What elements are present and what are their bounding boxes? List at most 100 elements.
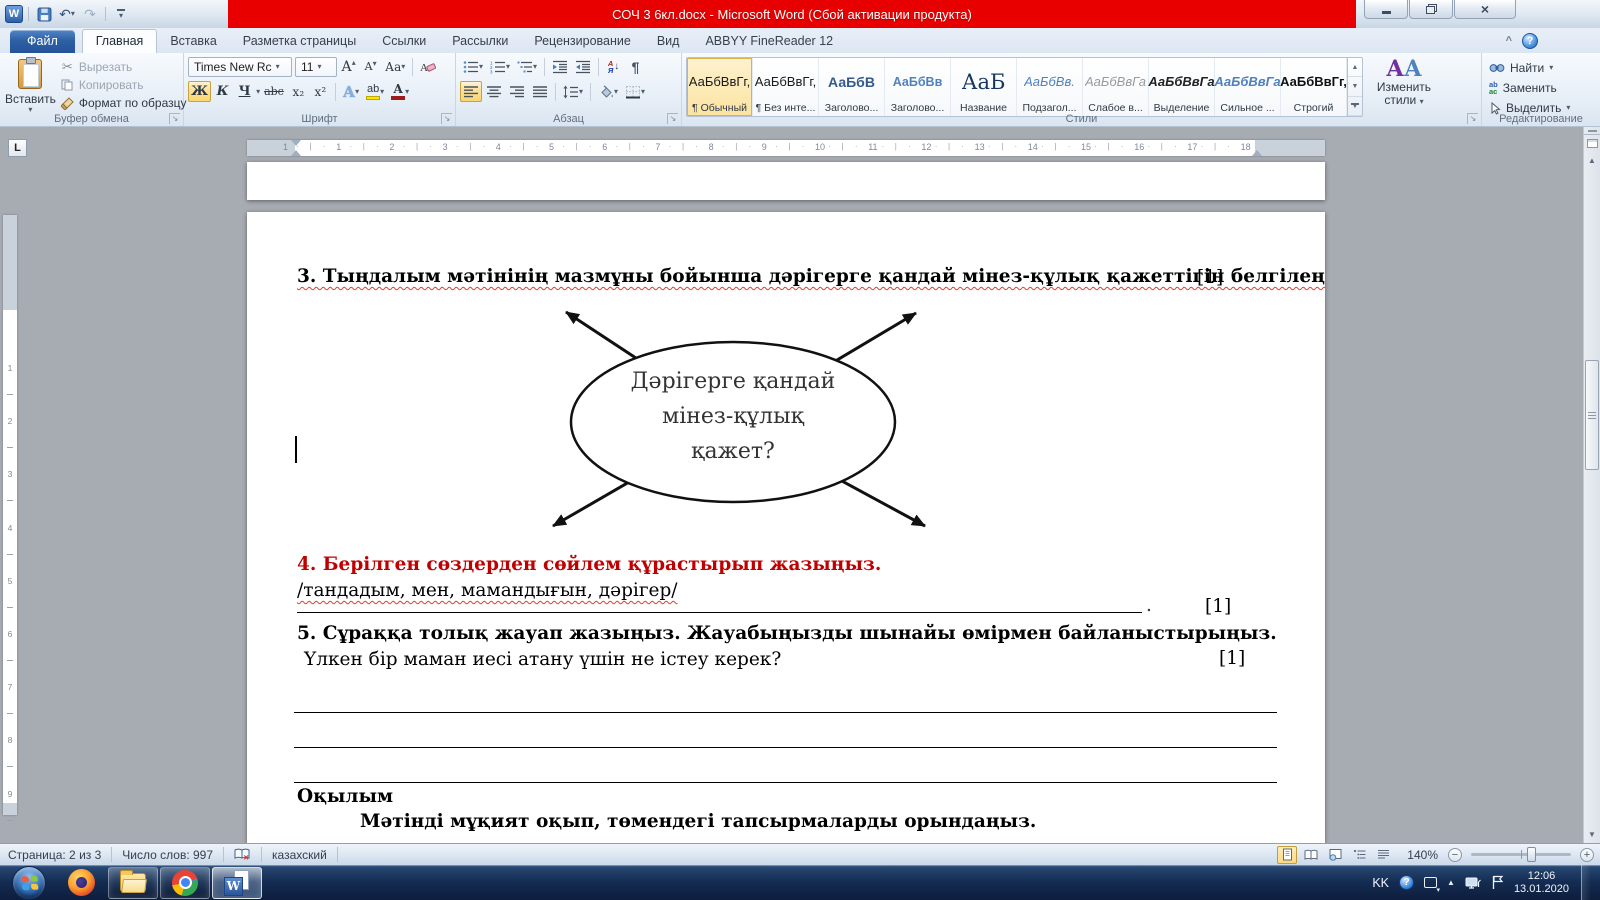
style-Подзагол...[interactable]: АаБбВв.Подзагол... bbox=[1017, 58, 1083, 116]
replace-button[interactable]: abас Заменить bbox=[1486, 79, 1596, 97]
ruler-toggle-button[interactable] bbox=[1584, 135, 1600, 152]
redo-button[interactable]: ↷ bbox=[80, 4, 100, 24]
show-desktop-button[interactable] bbox=[1581, 865, 1590, 900]
subscript-button[interactable]: х₂ bbox=[288, 81, 309, 102]
borders-button[interactable]: ▾ bbox=[622, 81, 648, 102]
tray-clock[interactable]: 12:06 13.01.2020 bbox=[1514, 870, 1569, 896]
answer-rule-2[interactable] bbox=[294, 747, 1277, 748]
page-1-bottom[interactable] bbox=[247, 162, 1325, 200]
font-size-combo[interactable]: 11▾ bbox=[295, 57, 337, 77]
bullets-button[interactable]: ▾ bbox=[460, 56, 486, 77]
align-center-button[interactable] bbox=[483, 81, 505, 102]
title-bar[interactable]: W ↶▾ ↷ ▾ СОЧ 3 6кл.docx - Microsoft Word… bbox=[0, 0, 1600, 28]
tray-help-icon[interactable]: ? bbox=[1399, 875, 1414, 890]
view-web-layout-button[interactable] bbox=[1325, 846, 1345, 864]
scroll-up-button[interactable]: ▲ bbox=[1584, 152, 1600, 169]
highlight-button[interactable]: ab ▾ bbox=[363, 81, 387, 102]
scrollbar-thumb[interactable] bbox=[1585, 360, 1599, 470]
taskbar-explorer-button[interactable] bbox=[108, 867, 158, 899]
style-Сильное ...[interactable]: АаБбВвГаСильное ... bbox=[1215, 58, 1281, 116]
cut-button[interactable]: ✂ Вырезать bbox=[57, 58, 190, 76]
right-indent-marker[interactable] bbox=[1252, 150, 1262, 156]
find-button[interactable]: Найти ▾ bbox=[1486, 59, 1596, 77]
word-app-icon[interactable]: W bbox=[5, 5, 23, 23]
h-ruler[interactable]: 1·|·1·|·2·|·3·|·4·|·5·|·6·|·7·|·8·|·9·|·… bbox=[247, 140, 1325, 156]
answer-rule-3[interactable] bbox=[294, 782, 1277, 783]
zoom-slider-thumb[interactable] bbox=[1527, 847, 1536, 862]
taskbar-chrome-button[interactable] bbox=[160, 867, 210, 899]
grow-font-button[interactable]: А▴ bbox=[338, 56, 359, 77]
taskbar-word-button[interactable]: W bbox=[212, 867, 262, 899]
tab-Рецензирование[interactable]: Рецензирование bbox=[521, 30, 644, 53]
tray-language-indicator[interactable]: KK bbox=[1372, 876, 1389, 890]
scroll-down-button[interactable]: ▼ bbox=[1584, 826, 1600, 843]
view-outline-button[interactable] bbox=[1349, 846, 1369, 864]
styles-dialog-launcher[interactable]: ↘ bbox=[1467, 113, 1478, 124]
bold-button[interactable]: Ж bbox=[188, 81, 211, 102]
superscript-button[interactable]: х² bbox=[310, 81, 331, 102]
start-button[interactable] bbox=[12, 866, 46, 900]
answer-rule-1[interactable] bbox=[294, 712, 1277, 713]
tab-selector-button[interactable]: L bbox=[8, 139, 27, 157]
taskbar-firefox-button[interactable] bbox=[56, 867, 106, 899]
style-Название[interactable]: АаБНазвание bbox=[951, 58, 1017, 116]
tab-Разметка страницы[interactable]: Разметка страницы bbox=[230, 30, 369, 53]
help-icon[interactable]: ? bbox=[1522, 33, 1538, 49]
document-page[interactable]: 3. Тыңдалым мәтінінің мазмұны бойынша дә… bbox=[247, 212, 1325, 843]
tray-network-icon[interactable] bbox=[1465, 876, 1481, 890]
proofing-status-icon[interactable]: × bbox=[230, 848, 255, 861]
hanging-indent-marker[interactable] bbox=[291, 150, 301, 156]
style-Выделение[interactable]: АаБбВвГаВыделение bbox=[1149, 58, 1215, 116]
tab-Вид[interactable]: Вид bbox=[644, 30, 693, 53]
style-¶ Без инте...[interactable]: АаБбВвГг,¶ Без инте... bbox=[753, 58, 819, 116]
v-ruler[interactable]: 123456789 bbox=[3, 215, 17, 815]
font-color-button[interactable]: А ▾ bbox=[388, 81, 412, 102]
tab-Ссылки[interactable]: Ссылки bbox=[369, 30, 439, 53]
line-spacing-button[interactable]: ▾ bbox=[560, 81, 586, 102]
multilevel-list-button[interactable]: ▾ bbox=[514, 56, 540, 77]
numbering-button[interactable]: 123▾ bbox=[487, 56, 513, 77]
text-effects-button[interactable]: А▾ bbox=[340, 81, 362, 102]
clipboard-dialog-launcher[interactable]: ↘ bbox=[169, 113, 180, 124]
save-button[interactable] bbox=[34, 4, 54, 24]
copy-button[interactable]: Копировать bbox=[57, 76, 190, 94]
italic-button[interactable]: К bbox=[212, 81, 233, 102]
restore-button[interactable] bbox=[1409, 0, 1453, 19]
underline-button[interactable]: Ч bbox=[234, 81, 255, 102]
show-formatting-marks-button[interactable]: ¶ bbox=[625, 56, 646, 77]
shrink-font-button[interactable]: А▾ bbox=[360, 56, 381, 77]
change-styles-button[interactable]: АА Изменить стили ▾ bbox=[1368, 57, 1440, 107]
zoom-in-button[interactable]: + bbox=[1580, 848, 1594, 862]
strikethrough-button[interactable]: abc bbox=[261, 81, 287, 102]
view-draft-button[interactable] bbox=[1373, 846, 1393, 864]
view-print-layout-button[interactable] bbox=[1277, 846, 1297, 864]
status-word-count[interactable]: Число слов: 997 bbox=[118, 848, 217, 862]
tray-action-center-icon[interactable] bbox=[1491, 875, 1504, 890]
format-painter-button[interactable]: Формат по образцу bbox=[57, 94, 190, 112]
gallery-up-button[interactable]: ▲ bbox=[1348, 58, 1362, 77]
tab-Файл[interactable]: Файл bbox=[10, 30, 75, 53]
tray-show-hidden-button[interactable]: ▲ bbox=[1447, 878, 1455, 887]
align-left-button[interactable] bbox=[460, 81, 482, 102]
gallery-down-button[interactable]: ▼ bbox=[1348, 77, 1362, 96]
answer-line[interactable] bbox=[297, 592, 1142, 613]
shading-button[interactable]: ▾ bbox=[595, 81, 621, 102]
tab-Вставка[interactable]: Вставка bbox=[157, 30, 229, 53]
tray-app-icon[interactable] bbox=[1424, 877, 1437, 888]
increase-indent-button[interactable] bbox=[572, 56, 594, 77]
style-Заголово...[interactable]: АаБбВЗаголово... bbox=[819, 58, 885, 116]
status-language[interactable]: казахский bbox=[268, 848, 331, 862]
status-page-indicator[interactable]: Страница: 2 из 3 bbox=[0, 848, 105, 862]
style-¶ Обычный[interactable]: АаБбВвГг,¶ Обычный bbox=[687, 58, 753, 116]
align-right-button[interactable] bbox=[506, 81, 528, 102]
v-scrollbar[interactable]: ▲ ▼ bbox=[1583, 127, 1600, 843]
customize-qat-button[interactable]: ▾ bbox=[111, 4, 131, 24]
style-Строгий[interactable]: АаБбВвГг,Строгий bbox=[1281, 58, 1347, 116]
clear-formatting-button[interactable]: А bbox=[417, 56, 439, 77]
zoom-slider[interactable] bbox=[1471, 853, 1571, 856]
decrease-indent-button[interactable] bbox=[549, 56, 571, 77]
font-dialog-launcher[interactable]: ↘ bbox=[441, 113, 452, 124]
justify-button[interactable] bbox=[529, 81, 551, 102]
style-Слабое в...[interactable]: АаБбВвГаСлабое в... bbox=[1083, 58, 1149, 116]
tab-ABBYY FineReader 12[interactable]: ABBYY FineReader 12 bbox=[692, 30, 846, 53]
